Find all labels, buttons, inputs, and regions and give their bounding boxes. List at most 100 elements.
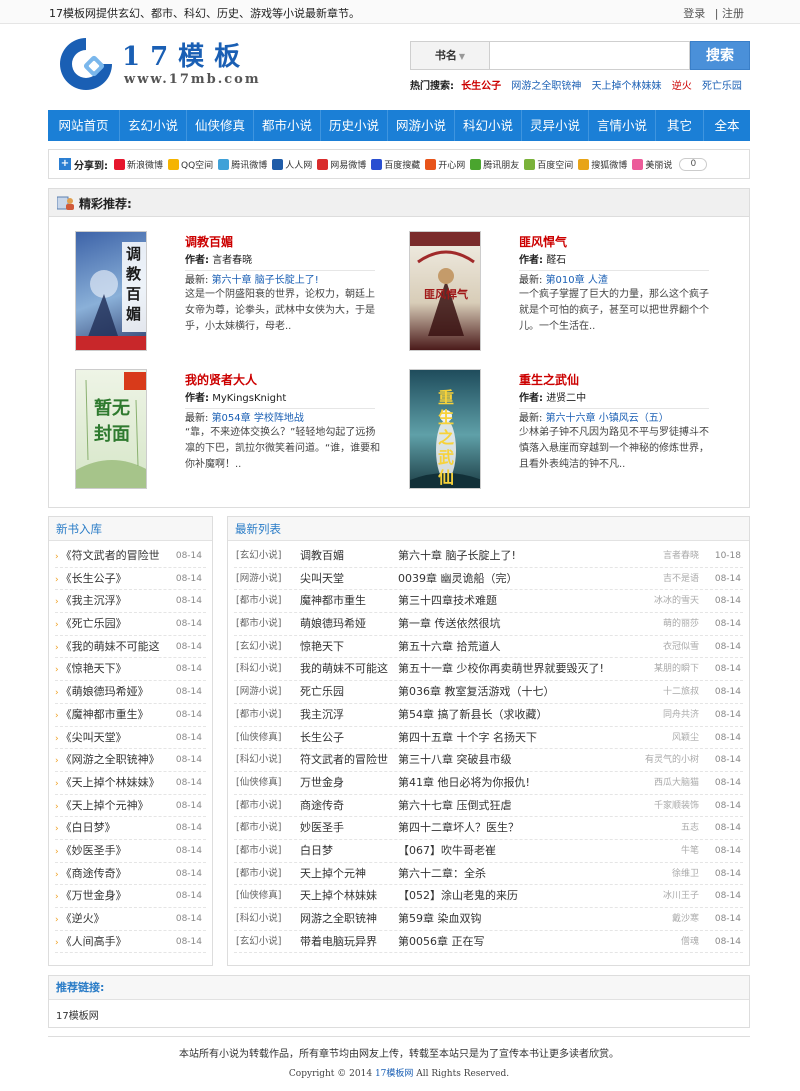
latest-chapter[interactable]: 第一章 传送依然很坑 [398, 613, 658, 635]
nav-item-lingyi[interactable]: 灵异小说 [522, 110, 589, 141]
new-book-name[interactable]: 《白日梦》 [61, 817, 163, 839]
share-netease-weibo[interactable]: 网易微博 [317, 158, 366, 171]
latest-category[interactable]: [都市小说] [236, 613, 281, 635]
latest-chapter[interactable]: 第41章 他日必将为你报仇! [398, 772, 658, 794]
list-item[interactable]: › 《惊艳天下》 08-14 [55, 658, 206, 682]
latest-chapter[interactable]: 第三十八章 突破县市级 [398, 749, 658, 771]
latest-chapter[interactable]: 第三十四章技术难题 [398, 590, 658, 612]
login-link[interactable]: 登录 [683, 7, 705, 20]
list-item[interactable]: › 《逆火》 08-14 [55, 908, 206, 931]
list-item[interactable]: › 《天上掉个林妹妹》 08-14 [55, 772, 206, 795]
book-latest-chapter-link[interactable]: 第054章 学校阵地战 [212, 413, 304, 424]
latest-book-name[interactable]: 我主沉浮 [300, 704, 396, 726]
latest-category[interactable]: [都市小说] [236, 590, 281, 612]
latest-chapter[interactable]: 第六十七章 压倒式狂虐 [398, 795, 658, 817]
hot-keyword[interactable]: 天上掉个林妹妹 [592, 81, 662, 92]
new-book-name[interactable]: 《商途传奇》 [61, 863, 163, 885]
latest-book-name[interactable]: 尖叫天堂 [300, 568, 396, 590]
list-item[interactable]: › 《萌娘德玛希娅》 08-14 [55, 681, 206, 704]
new-book-name[interactable]: 《网游之全职铳神》 [61, 749, 163, 771]
latest-book-name[interactable]: 死亡乐园 [300, 681, 396, 703]
latest-chapter[interactable]: 【067】吹牛哥老崔 [398, 840, 658, 862]
share-renren[interactable]: 人人网 [272, 158, 312, 171]
latest-category[interactable]: [玄幻小说] [236, 636, 281, 658]
search-input[interactable] [490, 41, 690, 70]
latest-chapter[interactable]: 第六十章 脑子长腚上了! [398, 545, 658, 567]
list-item[interactable]: › 《尖叫天堂》 08-14 [55, 727, 206, 750]
list-item[interactable]: › 《我的萌妹不可能这 08-14 [55, 636, 206, 659]
book-cover[interactable]: 调教百媚 [75, 231, 147, 351]
list-item[interactable]: › 《符文武者的冒险世 08-14 [55, 545, 206, 568]
hot-keyword[interactable]: 死亡乐园 [702, 81, 742, 92]
latest-chapter[interactable]: 第五十一章 少校你再卖萌世界就要毁灭了! [398, 658, 658, 680]
new-book-name[interactable]: 《魔神都市重生》 [61, 704, 163, 726]
list-item[interactable]: › 《我主沉浮》 08-14 [55, 590, 206, 614]
latest-book-name[interactable]: 调教百媚 [300, 545, 396, 567]
latest-category[interactable]: [科幻小说] [236, 908, 281, 930]
nav-item-home[interactable]: 网站首页 [48, 110, 120, 141]
share-meilishuo[interactable]: 美丽说 [632, 158, 672, 171]
new-book-name[interactable]: 《人间高手》 [61, 931, 163, 953]
share-tencent-weibo[interactable]: 腾讯微博 [218, 158, 267, 171]
new-book-name[interactable]: 《万世金身》 [61, 885, 163, 907]
latest-book-name[interactable]: 萌娘德玛希娅 [300, 613, 396, 635]
book-title[interactable]: 匪风悍气 [519, 233, 567, 250]
book-latest-chapter-link[interactable]: 第六十章 脑子长腚上了! [212, 275, 319, 286]
list-item[interactable]: › 《商途传奇》 08-14 [55, 863, 206, 886]
latest-book-name[interactable]: 妙医圣手 [300, 817, 396, 839]
book-cover[interactable]: 重生之武仙 [409, 369, 481, 489]
book-latest-chapter-link[interactable]: 第010章 人渣 [546, 275, 608, 286]
share-sohu-weibo[interactable]: 搜狐微博 [578, 158, 627, 171]
share-kaixin[interactable]: 开心网 [425, 158, 465, 171]
list-item[interactable]: › 《死亡乐园》 08-14 [55, 613, 206, 636]
new-book-name[interactable]: 《逆火》 [61, 908, 163, 930]
nav-item-wangyou[interactable]: 网游小说 [388, 110, 455, 141]
latest-category[interactable]: [仙侠修真] [236, 727, 281, 749]
latest-book-name[interactable]: 天上掉个林妹妹 [300, 885, 396, 907]
book-cover[interactable]: 暂无封面 [75, 369, 147, 489]
latest-book-name[interactable]: 惊艳天下 [300, 636, 396, 658]
list-item[interactable]: › 《人间高手》 08-14 [55, 931, 206, 954]
latest-book-name[interactable]: 长生公子 [300, 727, 396, 749]
nav-item-qita[interactable]: 其它 [656, 110, 704, 141]
latest-book-name[interactable]: 带着电脑玩异界 [300, 931, 396, 953]
nav-item-lishi[interactable]: 历史小说 [321, 110, 388, 141]
new-book-name[interactable]: 《尖叫天堂》 [61, 727, 163, 749]
book-cover[interactable]: 匪风悍气 [409, 231, 481, 351]
new-book-name[interactable]: 《萌娘德玛希娅》 [61, 681, 163, 703]
share-baidu-soucang[interactable]: 百度搜藏 [371, 158, 420, 171]
latest-category[interactable]: [仙侠修真] [236, 885, 281, 907]
latest-chapter[interactable]: 第四十二章坏人？医生？ [398, 817, 658, 839]
latest-category[interactable]: [网游小说] [236, 681, 281, 703]
share-tencent-pengyou[interactable]: 腾讯朋友 [470, 158, 519, 171]
new-book-name[interactable]: 《妙医圣手》 [61, 840, 163, 862]
latest-book-name[interactable]: 天上掉个元神 [300, 863, 396, 885]
new-book-name[interactable]: 《惊艳天下》 [61, 658, 163, 680]
latest-chapter[interactable]: 0039章 幽灵诡船（完） [398, 568, 658, 590]
share-sina-weibo[interactable]: 新浪微博 [114, 158, 163, 171]
footer-site-link[interactable]: 17模板网 [375, 1069, 413, 1079]
latest-category[interactable]: [玄幻小说] [236, 931, 281, 953]
hot-keyword[interactable]: 逆火 [672, 81, 692, 92]
latest-book-name[interactable]: 商途传奇 [300, 795, 396, 817]
latest-category[interactable]: [都市小说] [236, 817, 281, 839]
latest-category[interactable]: [玄幻小说] [236, 545, 281, 567]
new-book-name[interactable]: 《天上掉个林妹妹》 [61, 772, 163, 794]
latest-category[interactable]: [仙侠修真] [236, 772, 281, 794]
list-item[interactable]: › 《网游之全职铳神》 08-14 [55, 749, 206, 772]
latest-book-name[interactable]: 魔神都市重生 [300, 590, 396, 612]
latest-chapter[interactable]: 第036章 教室复活游戏（十七） [398, 681, 658, 703]
friend-link[interactable]: 17模板网 [56, 1011, 99, 1022]
new-book-name[interactable]: 《符文武者的冒险世 [61, 545, 163, 567]
list-item[interactable]: › 《妙医圣手》 08-14 [55, 840, 206, 863]
new-book-name[interactable]: 《我主沉浮》 [61, 590, 163, 612]
list-item[interactable]: › 《万世金身》 08-14 [55, 885, 206, 908]
latest-book-name[interactable]: 我的萌妹不可能这 [300, 658, 396, 680]
nav-item-xuanhuan[interactable]: 玄幻小说 [120, 110, 187, 141]
search-button[interactable]: 搜索 [690, 41, 750, 70]
new-book-name[interactable]: 《我的萌妹不可能这 [61, 636, 163, 658]
latest-category[interactable]: [都市小说] [236, 840, 281, 862]
book-title[interactable]: 重生之武仙 [519, 371, 579, 388]
latest-chapter[interactable]: 第59章 染血双钩 [398, 908, 658, 930]
site-logo[interactable]: 17模板 www.17mb.com [52, 32, 282, 96]
